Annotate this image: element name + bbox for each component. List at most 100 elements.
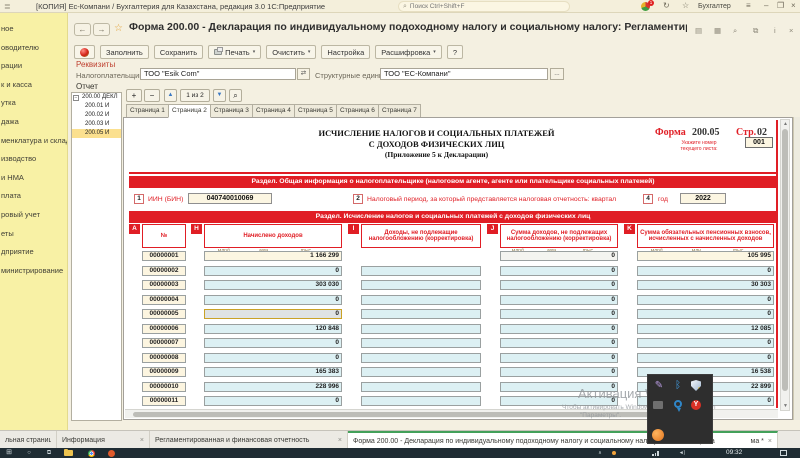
sidebar-item[interactable]: изводство — [0, 150, 67, 169]
table-cell-field[interactable]: 0 — [500, 251, 618, 261]
table-cell-field[interactable]: 0 — [204, 266, 342, 276]
sidebar-item[interactable]: рации — [0, 57, 67, 76]
row-number-field[interactable]: 00000009 — [142, 367, 186, 377]
page-tab[interactable]: Страница 1 — [126, 104, 169, 118]
structural-units-field[interactable]: ТОО "ЕС-Компани" — [380, 68, 548, 80]
location-pin-icon[interactable] — [672, 399, 684, 411]
table-cell-field[interactable]: 0 — [204, 338, 342, 348]
vertical-scrollbar[interactable]: ▲ ▼ — [780, 119, 790, 411]
tree-item[interactable]: 200.03 И — [72, 120, 121, 129]
window-tab[interactable]: льная страница — [0, 431, 57, 449]
tray-1c-icon[interactable] — [652, 429, 664, 441]
table-cell-field[interactable]: 303 030 — [204, 280, 342, 290]
taxpayer-choose-button[interactable]: ⇄ — [297, 68, 310, 80]
close-button[interactable]: × — [791, 1, 796, 10]
row-number-field[interactable]: 00000011 — [142, 396, 186, 406]
sidebar-item[interactable]: и НМА — [0, 169, 67, 188]
explorer-icon[interactable] — [64, 450, 73, 456]
year-field[interactable]: 2022 — [680, 193, 726, 204]
window-tab[interactable]: Регламентированная и финансовая отчетнос… — [150, 431, 348, 449]
page-tab[interactable]: Страница 2 — [168, 104, 211, 118]
page-tab[interactable]: Страница 3 — [210, 104, 253, 118]
favorites-icon[interactable]: ☆ — [682, 1, 689, 10]
table-cell-field[interactable]: 0 — [500, 324, 618, 334]
page-tab[interactable]: Страница 5 — [294, 104, 337, 118]
sidebar-item[interactable]: менклатура и склад — [0, 132, 67, 151]
table-cell-field[interactable]: 0 — [500, 338, 618, 348]
app-menu-icon[interactable]: ≣ — [4, 2, 11, 11]
restore-button[interactable]: ❐ — [777, 1, 784, 10]
row-number-field[interactable]: 00000007 — [142, 338, 186, 348]
row-number-field[interactable]: 00000001 — [142, 251, 186, 261]
sidebar-item[interactable]: министрирование — [0, 262, 67, 281]
tray-chevron-icon[interactable]: ∧ — [596, 448, 604, 458]
minimize-button[interactable]: – — [764, 1, 768, 10]
chrome-icon[interactable] — [88, 450, 95, 457]
tab-close-icon[interactable]: × — [338, 437, 342, 444]
tree-item[interactable]: 200.01 И — [72, 102, 121, 111]
table-cell-field[interactable]: 228 996 — [204, 382, 342, 392]
add-page-button[interactable]: + — [126, 89, 142, 102]
row-number-field[interactable]: 00000004 — [142, 295, 186, 305]
table-cell-field[interactable]: 0 — [204, 309, 342, 319]
sidebar-item[interactable]: утка — [0, 94, 67, 113]
back-button[interactable]: ← — [74, 23, 91, 36]
page-tab[interactable]: Страница 7 — [378, 104, 421, 118]
row-number-field[interactable]: 00000006 — [142, 324, 186, 334]
save-icon[interactable]: ▤ — [695, 26, 702, 35]
table-cell-field[interactable]: 165 383 — [204, 367, 342, 377]
print-icon[interactable]: ▦ — [714, 26, 721, 35]
table-cell-field[interactable]: 0 — [204, 396, 342, 406]
row-number-field[interactable]: 00000002 — [142, 266, 186, 276]
pin-icon[interactable]: i — [774, 26, 776, 35]
sidebar-item[interactable]: ровый учет — [0, 206, 67, 225]
table-cell-field[interactable]: 0 — [204, 353, 342, 363]
start-icon[interactable]: ⊞ — [4, 448, 14, 458]
table-cell-field[interactable]: 30 303 — [637, 280, 774, 290]
tree-root-item[interactable]: − 200.00 ДЕКЛ — [72, 93, 121, 102]
table-cell-field[interactable]: 0 — [637, 266, 774, 276]
table-cell-field[interactable] — [361, 353, 481, 363]
sidebar-item[interactable]: плата — [0, 187, 67, 206]
sidebar-item[interactable]: еты — [0, 225, 67, 244]
table-cell-field[interactable]: 120 848 — [204, 324, 342, 334]
scroll-down-icon[interactable]: ▼ — [783, 403, 788, 409]
table-cell-field[interactable]: 0 — [637, 338, 774, 348]
global-search[interactable]: ⌕ — [398, 1, 570, 12]
table-cell-field[interactable] — [361, 367, 481, 377]
table-cell-field[interactable] — [361, 338, 481, 348]
forward-button[interactable]: → — [93, 23, 110, 36]
requisites-group-link[interactable]: Реквизиты — [76, 60, 115, 69]
1c-app-icon[interactable] — [108, 450, 115, 457]
table-cell-field[interactable] — [361, 382, 481, 392]
tab-close-icon[interactable]: × — [768, 438, 772, 445]
table-cell-field[interactable] — [361, 396, 481, 406]
service-menu-icon[interactable]: ≡ — [746, 1, 751, 10]
window-tab[interactable]: Информация× — [57, 431, 150, 449]
sidebar-item[interactable]: оводителю — [0, 39, 67, 58]
table-cell-field[interactable]: 0 — [500, 353, 618, 363]
sheet-number-field[interactable]: 001 — [745, 137, 773, 148]
toolbar-button-расшифровка[interactable]: Расшифровка▾ — [375, 45, 442, 59]
remove-page-button[interactable]: − — [144, 89, 160, 102]
toolbar-button-заполнить[interactable]: Заполнить — [100, 45, 149, 59]
toolbar-button-[interactable]: ? — [447, 45, 463, 59]
vertical-scroll-thumb[interactable] — [782, 129, 788, 391]
table-cell-field[interactable]: 0 — [637, 353, 774, 363]
row-number-field[interactable]: 00000003 — [142, 280, 186, 290]
history-icon[interactable]: ↻ — [663, 1, 670, 10]
quarter-field[interactable]: 4 — [643, 194, 653, 204]
table-cell-field[interactable] — [361, 309, 481, 319]
search-circle-icon[interactable]: ○ — [24, 448, 34, 458]
table-cell-field[interactable] — [361, 266, 481, 276]
preview-icon[interactable]: ⌕ — [733, 26, 737, 36]
table-cell-field[interactable]: 0 — [500, 367, 618, 377]
table-cell-field[interactable]: 0 — [204, 295, 342, 305]
page-tab[interactable]: Страница 4 — [252, 104, 295, 118]
iin-field[interactable]: 040740010069 — [188, 193, 272, 204]
form-close-icon[interactable]: × — [789, 26, 793, 35]
page-down-button[interactable]: ▼ — [213, 89, 226, 102]
antivirus-icon[interactable]: Y — [691, 399, 703, 411]
toolbar-button-печать[interactable]: Печать▾ — [208, 45, 261, 59]
window-scrollbar[interactable] — [793, 117, 800, 420]
